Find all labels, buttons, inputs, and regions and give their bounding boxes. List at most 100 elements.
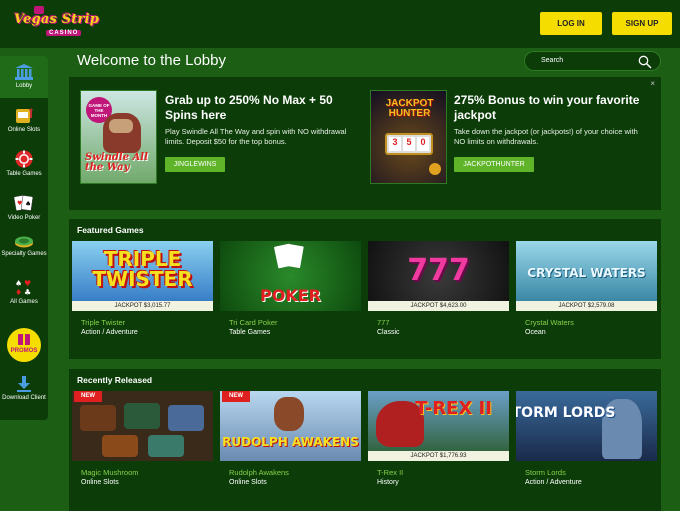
game-category: Online Slots (229, 479, 267, 486)
game-art-title: TRIPLE TWISTER (92, 247, 193, 291)
new-badge: NEW (74, 391, 102, 402)
game-art-title: POKER (260, 286, 321, 305)
game-name[interactable]: Storm Lords (525, 468, 566, 477)
sidebar-item-label: Lobby (15, 83, 33, 89)
game-card[interactable]: RUDOLPH AWAKENS NEW Rudolph Awakens Onli… (220, 391, 361, 486)
svg-text:♦: ♦ (15, 288, 22, 296)
game-name[interactable]: Magic Mushroom (81, 468, 139, 477)
promo-code-button[interactable]: JINGLEWINS (165, 157, 225, 172)
game-name[interactable]: T-Rex II (377, 468, 403, 477)
promos-label: PROMOS (10, 348, 38, 354)
game-card[interactable]: 777 JACKPOT $4,623.00 777 Classic (368, 241, 509, 336)
promo-title: Grab up to 250% No Max + 50 Spins here (165, 93, 333, 122)
promo-description: Take down the jackpot (or jackpots!) of … (454, 127, 638, 146)
card-suits-icon: ♠ ♥ ♦ ♣ (15, 279, 31, 296)
game-thumbnail[interactable]: 777 JACKPOT $4,623.00 (368, 241, 509, 311)
game-category: Online Slots (81, 479, 119, 486)
game-art-title: RUDOLPH AWAKENS (222, 435, 359, 449)
game-card[interactable]: CRYSTAL WATERS JACKPOT $2,579.08 Crystal… (516, 241, 657, 336)
game-card[interactable]: TRIPLE TWISTER JACKPOT $3,015.77 Triple … (72, 241, 213, 336)
svg-text:♠: ♠ (25, 200, 31, 208)
jackpot-label: JACKPOT $4,623.00 (368, 301, 509, 311)
sidebar-item-label: Video Poker (7, 215, 41, 221)
game-card[interactable]: T-REX II JACKPOT $1,776.93 T-Rex II Hist… (368, 391, 509, 486)
download-icon (17, 376, 31, 392)
playing-cards-icon: ♠ ♥ (14, 195, 34, 211)
close-icon[interactable]: × (650, 79, 655, 88)
game-thumbnail[interactable]: RUDOLPH AWAKENS NEW (220, 391, 361, 461)
game-category: History (377, 479, 399, 486)
casino-logo[interactable]: Vegas Strip CASINO (12, 6, 108, 42)
section-title: Recently Released (77, 375, 153, 385)
game-thumbnail[interactable]: STORM LORDS (516, 391, 657, 461)
svg-text:♥: ♥ (24, 279, 31, 288)
section-title: Featured Games (77, 225, 144, 235)
game-name[interactable]: Rudolph Awakens (229, 468, 289, 477)
download-client-button[interactable]: Download Client (0, 376, 48, 402)
game-thumbnail[interactable]: TRIPLE TWISTER JACKPOT $3,015.77 (72, 241, 213, 311)
game-name[interactable]: Crystal Waters (525, 318, 574, 327)
game-category: Action / Adventure (525, 479, 582, 486)
search-icon[interactable] (638, 55, 652, 69)
sidebar-item-label: Online Slots (7, 127, 41, 133)
search-label: Search (541, 57, 564, 64)
specialty-games-icon (15, 236, 33, 248)
gift-icon (18, 334, 30, 345)
poker-chip-icon (15, 150, 33, 168)
new-badge: NEW (222, 391, 250, 402)
page-title: Welcome to the Lobby (77, 52, 226, 69)
game-card[interactable]: STORM LORDS Storm Lords Action / Adventu… (516, 391, 657, 486)
game-thumbnail[interactable]: POKER (220, 241, 361, 311)
game-category: Ocean (525, 329, 546, 336)
game-category: Table Games (229, 329, 271, 336)
promo-image-title: JACKPOT HUNTER (385, 98, 434, 119)
login-button[interactable]: LOG IN (540, 12, 602, 35)
sidebar-item-label: Table Games (6, 171, 42, 177)
signup-button[interactable]: SIGN UP (612, 12, 672, 35)
download-label: Download Client (2, 395, 46, 401)
game-category: Classic (377, 329, 400, 336)
promo-description: Play Swindle All The Way and spin with N… (165, 127, 347, 146)
logo-subtitle: CASINO (46, 30, 82, 36)
sidebar-item-all-games[interactable]: ♠ ♥ ♦ ♣ All Games (0, 278, 48, 306)
game-category: Action / Adventure (81, 329, 138, 336)
game-name[interactable]: Triple Twister (81, 318, 125, 327)
svg-text:♠: ♠ (15, 279, 22, 288)
sidebar-item-online-slots[interactable]: Online Slots (0, 106, 48, 134)
game-card[interactable]: POKER Tri Card Poker Table Games (220, 241, 361, 336)
game-name[interactable]: Tri Card Poker (229, 318, 277, 327)
jackpot-label: JACKPOT $2,579.08 (516, 301, 657, 311)
game-thumbnail[interactable]: CRYSTAL WATERS JACKPOT $2,579.08 (516, 241, 657, 311)
promo-image-jackpot-hunter[interactable]: JACKPOT HUNTER 3 5 0 (370, 90, 447, 184)
jackpot-label: JACKPOT $1,776.93 (368, 451, 509, 461)
sidebar-item-lobby[interactable]: Lobby (0, 56, 48, 98)
game-name[interactable]: 777 (377, 318, 390, 327)
promo-image-title: Swindle All the Way (85, 152, 148, 173)
svg-text:♥: ♥ (17, 200, 22, 207)
sidebar-item-label: All Games (10, 299, 38, 305)
bank-icon (15, 64, 33, 80)
game-card[interactable]: NEW Magic Mushroom Online Slots (72, 391, 213, 486)
sidebar-item-table-games[interactable]: Table Games (0, 150, 48, 178)
sidebar: Lobby Online Slots Table Games ♠ ♥ Video… (0, 56, 48, 420)
promo-code-button[interactable]: JACKPOTHUNTER (454, 157, 534, 172)
sidebar-item-video-poker[interactable]: ♠ ♥ Video Poker (0, 194, 48, 222)
game-art-title: 777 (407, 253, 470, 288)
search-input[interactable]: Search (524, 51, 661, 71)
recently-released-section: Recently Released NEW Magic Mushroom Onl… (69, 369, 661, 511)
game-thumbnail[interactable]: T-REX II JACKPOT $1,776.93 (368, 391, 509, 461)
game-art-title: STORM LORDS (516, 405, 616, 421)
game-art-title: T-REX II (415, 398, 492, 419)
promos-button[interactable]: PROMOS (7, 328, 41, 362)
promo-title: 275% Bonus to win your favorite jackpot (454, 93, 640, 122)
promo-image-swindle[interactable]: GAME OF THE MONTH Swindle All the Way (80, 90, 157, 184)
promo-panel: × GAME OF THE MONTH Swindle All the Way … (69, 77, 661, 210)
top-bar: Vegas Strip CASINO LOG IN SIGN UP (0, 0, 680, 48)
svg-text:♣: ♣ (24, 288, 31, 296)
jackpot-label: JACKPOT $3,015.77 (72, 301, 213, 311)
game-thumbnail[interactable]: NEW (72, 391, 213, 461)
sidebar-item-label: Specialty Games (1, 251, 47, 257)
sidebar-item-specialty-games[interactable]: Specialty Games (0, 234, 48, 258)
slot-machine-icon (16, 108, 33, 123)
logo-text: Vegas Strip (14, 12, 99, 27)
